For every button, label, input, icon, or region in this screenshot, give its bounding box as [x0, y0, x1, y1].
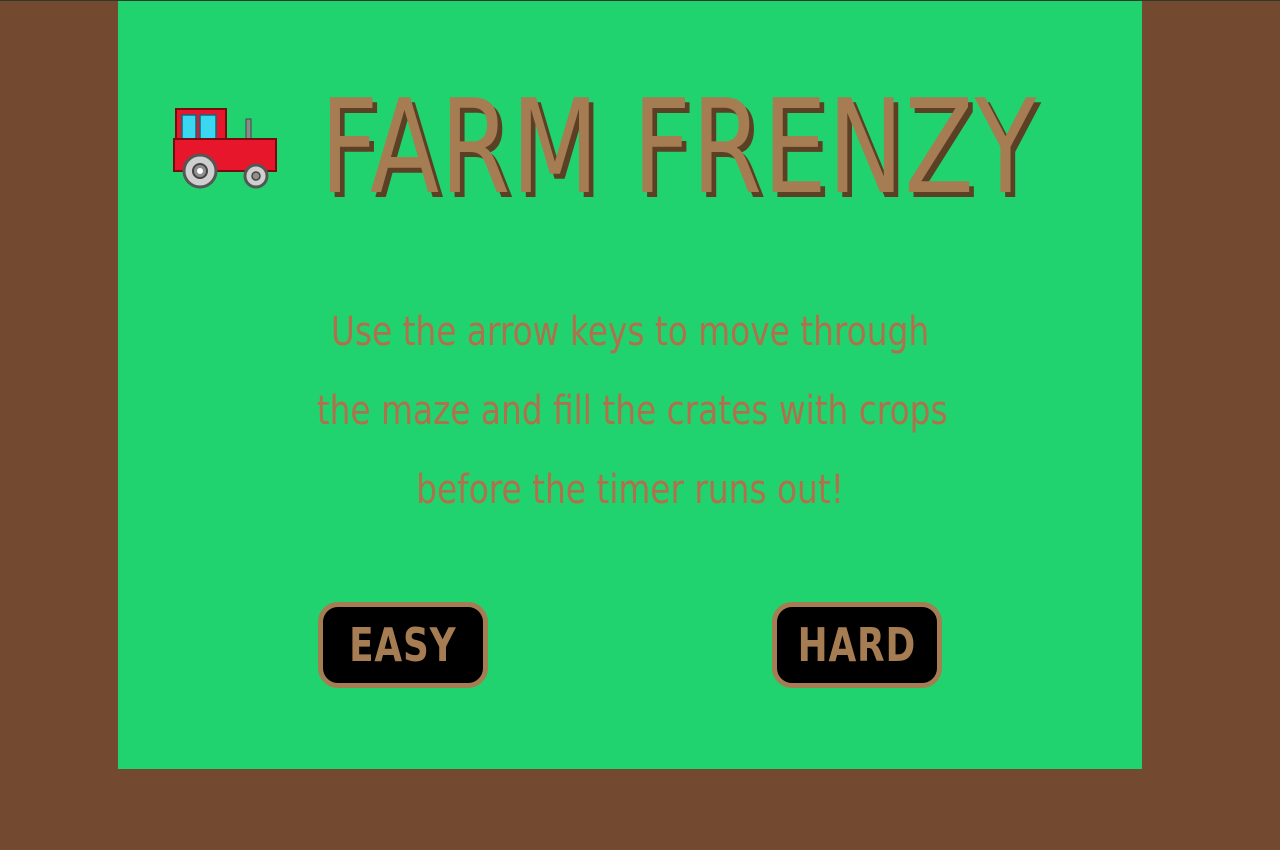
instructions-line-3: before the timer runs out! — [416, 467, 844, 513]
hard-button-label: HARD — [797, 618, 917, 672]
hard-button[interactable]: HARD — [772, 602, 942, 688]
game-panel: FARM FRENZY Use the arrow keys to move t… — [118, 1, 1142, 769]
instructions-line-2: the maze and fill the crates with crops — [316, 388, 948, 434]
game-title: FARM FRENZY — [320, 71, 1038, 223]
easy-button[interactable]: EASY — [318, 602, 488, 688]
instructions-line-1: Use the arrow keys to move through — [330, 309, 930, 355]
easy-button-label: EASY — [349, 618, 457, 672]
tractor-icon — [173, 108, 277, 189]
instructions-text: Use the arrow keys to move through the m… — [316, 293, 948, 530]
